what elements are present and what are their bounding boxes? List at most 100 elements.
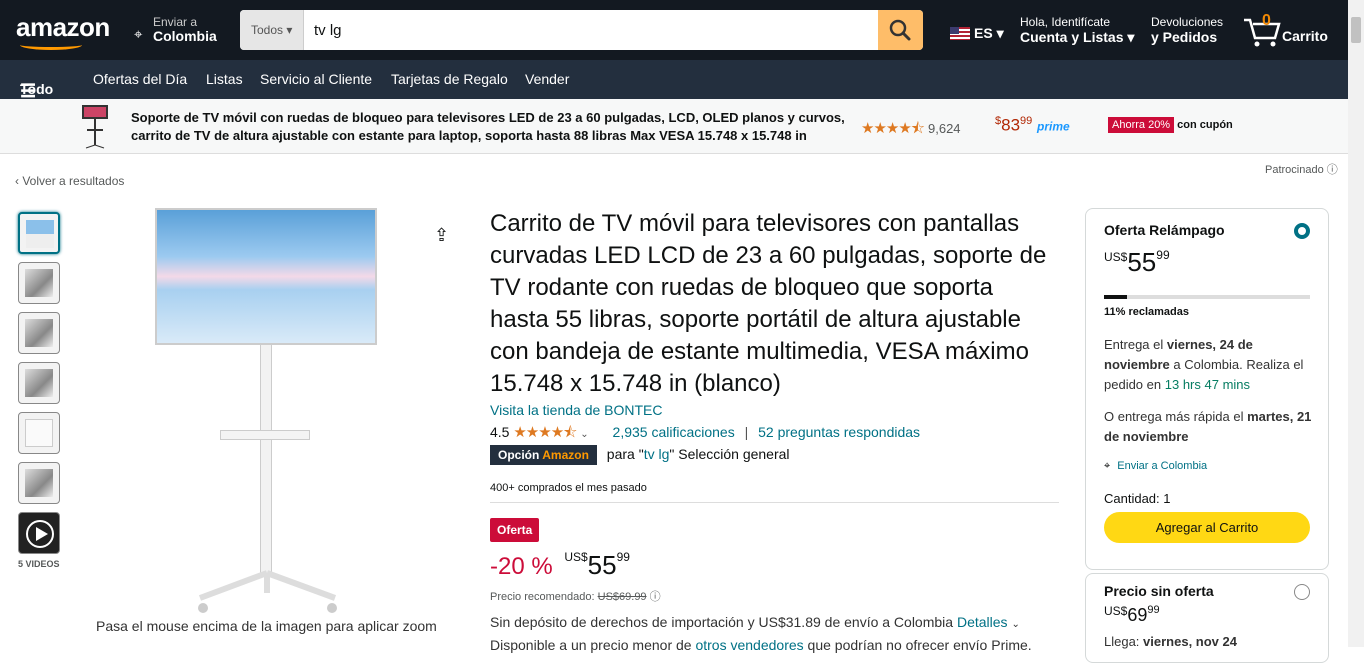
rating-value: 4.5 — [490, 424, 510, 440]
thumbnail-6[interactable] — [18, 462, 60, 504]
nav-tarjetas[interactable]: Tarjetas de Regalo — [391, 71, 508, 87]
orders-label: y Pedidos — [1151, 29, 1218, 45]
product-title: Carrito de TV móvil para televisores con… — [490, 210, 1047, 397]
thumbnail-5[interactable] — [18, 412, 60, 454]
regular-price-box: Precio sin oferta US$6999 Llega: viernes… — [1085, 573, 1329, 663]
bought-count: 400+ comprados el mes pasado — [490, 482, 647, 494]
location-pin-icon: ⌖ — [1104, 460, 1111, 472]
logo-smile — [20, 40, 82, 50]
order-countdown: 13 hrs 47 mins — [1164, 377, 1251, 392]
choice-query-link[interactable]: tv lg — [644, 446, 670, 462]
videos-label: 5 VIDEOS — [18, 559, 60, 569]
questions-link[interactable]: 52 preguntas respondidas — [758, 424, 920, 440]
play-icon — [26, 520, 54, 548]
location-pin-icon: ⌖ — [134, 26, 143, 43]
share-icon[interactable]: ⇪ — [434, 225, 449, 246]
ship-to-link[interactable]: ⌖ Enviar a Colombia — [1104, 460, 1207, 473]
main-product-image[interactable] — [155, 208, 378, 616]
buybox-price: US$5599 — [1104, 247, 1170, 277]
deal-radio[interactable] — [1294, 223, 1310, 239]
stand-base — [198, 570, 337, 613]
returns-orders[interactable]: Devoluciones y Pedidos — [1151, 15, 1223, 45]
fast-delivery-info: O entrega más rápida el martes, 21 de no… — [1104, 409, 1312, 444]
secondary-nav: ☰ Todo Ofertas del Día Listas Servicio a… — [0, 60, 1348, 101]
deliver-label: Enviar a — [153, 15, 198, 29]
claimed-progress-fill — [1104, 295, 1127, 299]
regular-price-radio[interactable] — [1294, 584, 1310, 600]
star-rating-icon[interactable]: ★★★★⯪ — [513, 424, 577, 441]
discount-percent: -20 % — [490, 553, 553, 580]
sponsored-label[interactable]: Patrocinado ⓘ — [1265, 161, 1338, 177]
search-input[interactable] — [304, 10, 878, 50]
nav-ofertas[interactable]: Ofertas del Día — [93, 71, 187, 87]
scrollbar-thumb[interactable] — [1351, 17, 1361, 43]
promo-price: $8399 prime — [995, 115, 1070, 135]
nav-servicio[interactable]: Servicio al Cliente — [260, 71, 372, 87]
store-link[interactable]: Visita la tienda de BONTEC — [490, 402, 663, 418]
amazon-logo[interactable]: amazon — [16, 12, 110, 50]
zoom-hint: Pasa el mouse encima de la imagen para a… — [96, 618, 437, 634]
account-lists: Cuenta y Listas — [1020, 29, 1124, 45]
cart-label: Carrito — [1282, 28, 1328, 44]
thumbnail-4[interactable] — [18, 362, 60, 404]
tv-screen-image — [155, 208, 377, 345]
video-thumbnail[interactable] — [18, 512, 60, 554]
info-icon[interactable]: ⓘ — [650, 591, 661, 603]
thumbnail-2[interactable] — [18, 262, 60, 304]
nav-listas[interactable]: Listas — [206, 71, 243, 87]
search-button[interactable] — [878, 10, 923, 50]
thumbnail-1[interactable] — [18, 212, 60, 254]
tv-stand-thumbnail — [82, 105, 108, 149]
buy-box: Oferta Relámpago US$5599 11% reclamadas … — [1085, 208, 1329, 570]
stand-shelf — [220, 430, 310, 440]
amazon-choice-badge: Opción Amazon — [490, 445, 597, 465]
other-sellers-link[interactable]: otros vendedores — [695, 637, 803, 653]
deliver-country: Colombia — [153, 28, 217, 44]
chevron-down-icon[interactable]: ⌄ — [1011, 619, 1019, 630]
search-category-dropdown[interactable]: Todos ▾ — [240, 10, 304, 50]
returns-label: Devoluciones — [1151, 15, 1224, 29]
claimed-label: 11% reclamadas — [1104, 306, 1190, 318]
price-line: -20 % US$5599 — [490, 550, 630, 581]
divider — [490, 502, 1059, 503]
back-to-results[interactable]: ‹ Volver a resultados — [15, 174, 124, 188]
search-icon — [889, 19, 911, 41]
thumbnail-3[interactable] — [18, 312, 60, 354]
regular-price: US$6999 — [1104, 604, 1160, 625]
cart-count: 0 — [1262, 12, 1271, 29]
shipping-info: Sin depósito de derechos de importación … — [490, 614, 1020, 630]
claimed-progress-bar — [1104, 295, 1310, 299]
account-menu[interactable]: Hola, Identifícate Cuenta y Listas ▾ — [1020, 15, 1134, 46]
ratings-link[interactable]: 2,935 calificaciones — [613, 424, 735, 440]
us-flag-icon — [950, 27, 970, 40]
search-bar: Todos ▾ — [240, 10, 923, 50]
rating-row: 4.5 ★★★★⯪ ⌄ 2,935 calificaciones | 52 pr… — [490, 424, 921, 441]
top-nav: amazon ⌖ Enviar a Colombia Todos ▾ ES ▾ … — [0, 0, 1348, 60]
other-sellers-info: Disponible a un precio menor de otros ve… — [490, 637, 1032, 653]
delivery-info: Entrega el viernes, 24 de noviembre a Co… — [1104, 337, 1304, 392]
info-icon: ⓘ — [1326, 164, 1338, 176]
star-rating-icon: ★★★★⯪ — [861, 120, 925, 137]
promo-rating[interactable]: ★★★★⯪ 9,624 — [861, 118, 961, 143]
page-scrollbar[interactable] — [1348, 0, 1364, 647]
account-greeting: Hola, Identifícate — [1020, 15, 1111, 29]
regular-price-title: Precio sin oferta — [1104, 583, 1214, 599]
amazon-choice: Opción Amazon para "tv lg" Selección gen… — [490, 445, 790, 465]
add-to-cart-button[interactable]: Agregar al Carrito — [1104, 512, 1310, 543]
promo-rating-count: 9,624 — [928, 121, 961, 136]
language-selector[interactable]: ES ▾ — [950, 25, 1004, 42]
stand-pole — [260, 345, 272, 575]
lightning-deal-title: Oferta Relámpago — [1104, 222, 1225, 238]
quantity-selector[interactable]: Cantidad: 1 — [1104, 491, 1171, 506]
promo-coupon: Ahorra 20% con cupón — [1108, 117, 1233, 133]
sponsored-banner[interactable]: Soporte de TV móvil con ruedas de bloque… — [0, 99, 1348, 154]
nav-vender[interactable]: Vender — [525, 71, 569, 87]
details-link[interactable]: Detalles — [957, 614, 1008, 630]
chevron-down-icon[interactable]: ⌄ — [580, 429, 588, 440]
cart-button[interactable]: 0 Carrito — [1242, 12, 1342, 50]
prime-badge: prime — [1037, 119, 1070, 134]
current-price: US$5599 — [564, 550, 630, 580]
deal-badge: Oferta — [490, 518, 540, 542]
recommended-price: Precio recomendado: US$69.99 ⓘ — [490, 591, 661, 603]
promo-title[interactable]: Soporte de TV móvil con ruedas de bloque… — [131, 109, 851, 145]
